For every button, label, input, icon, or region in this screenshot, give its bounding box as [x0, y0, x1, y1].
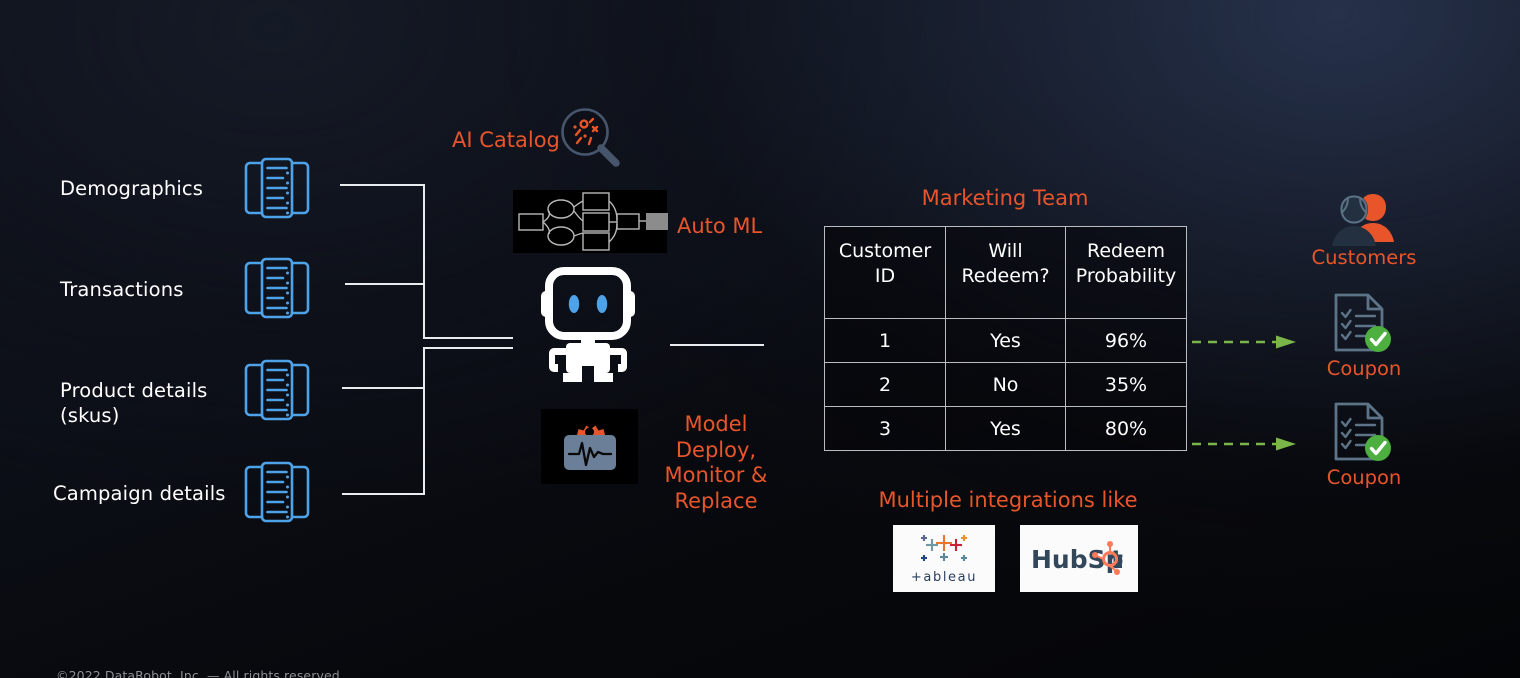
database-icon [240, 460, 314, 524]
tableau-logo: +ableau [893, 525, 995, 592]
integrations-title: Multiple integrations like [878, 488, 1138, 512]
ai-catalog-label: AI Catalog [452, 128, 560, 152]
model-deploy-label: Model Deploy, Monitor & Replace [664, 412, 768, 513]
svg-text:+ableau: +ableau [911, 570, 977, 585]
connector-bracket-upper [423, 184, 425, 338]
outcome-label-customers: Customers [1311, 246, 1417, 269]
outcome-label-coupon-1: Coupon [1326, 357, 1402, 380]
customers-icon [1330, 192, 1398, 248]
connector-line-to-platform-lower [423, 347, 513, 349]
table-cell-will-redeem: Yes [945, 406, 1066, 451]
robot-icon [536, 266, 640, 382]
table-cell-redeem-probability: 96% [1065, 318, 1187, 363]
table-cell-customer-id: 1 [824, 318, 946, 363]
table-cell-will-redeem: Yes [945, 318, 1066, 363]
table-cell-customer-id: 2 [824, 362, 946, 407]
database-icon [240, 358, 314, 422]
auto-ml-label: Auto ML [677, 214, 763, 238]
connector-line-robot-to-table [670, 344, 764, 346]
copyright-footer: ©2022 DataRobot, Inc. — All rights reser… [56, 668, 344, 678]
data-source-label-transactions: Transactions [60, 278, 184, 301]
coupon-check-icon [1330, 401, 1396, 465]
connector-line-campaign [342, 493, 425, 495]
monitor-gear-icon [541, 409, 638, 484]
magnifier-data-icon [552, 100, 632, 180]
database-icon [240, 156, 314, 220]
connector-line-to-platform-upper [423, 337, 513, 339]
flow-arrow-row-3 [1192, 436, 1297, 452]
connector-line-product [342, 387, 425, 389]
table-row: 3 Yes 80% [824, 406, 1187, 451]
table-row: 1 Yes 96% [824, 318, 1187, 363]
table-header-redeem-probability: Redeem Probability [1065, 226, 1187, 319]
coupon-check-icon [1330, 292, 1396, 356]
connector-line-demographics [340, 184, 425, 186]
blueprint-pipeline-icon [513, 190, 668, 253]
table-cell-redeem-probability: 80% [1065, 406, 1187, 451]
table-cell-customer-id: 3 [824, 406, 946, 451]
connector-bracket-lower [423, 347, 425, 495]
data-source-label-product-details: Product details (skus) [60, 379, 208, 427]
data-source-label-demographics: Demographics [60, 177, 204, 200]
table-row: 2 No 35% [824, 362, 1187, 407]
table-cell-redeem-probability: 35% [1065, 362, 1187, 407]
predictions-table: Customer ID Will Redeem? Redeem Probabil… [824, 226, 1187, 451]
table-header-row: Customer ID Will Redeem? Redeem Probabil… [824, 226, 1187, 319]
data-source-label-campaign-details: Campaign details [53, 482, 226, 505]
connector-line-transactions [345, 283, 425, 285]
table-header-customer-id: Customer ID [824, 226, 946, 319]
table-cell-will-redeem: No [945, 362, 1066, 407]
outcome-label-coupon-2: Coupon [1326, 466, 1402, 489]
table-header-will-redeem: Will Redeem? [945, 226, 1066, 319]
hubspot-logo: HubSp t [1020, 525, 1138, 592]
marketing-team-title: Marketing Team [921, 186, 1089, 210]
flow-arrow-row-1 [1192, 334, 1297, 350]
database-icon [240, 256, 314, 320]
slide-canvas: Demographics Transactions Product detail… [0, 0, 1520, 678]
